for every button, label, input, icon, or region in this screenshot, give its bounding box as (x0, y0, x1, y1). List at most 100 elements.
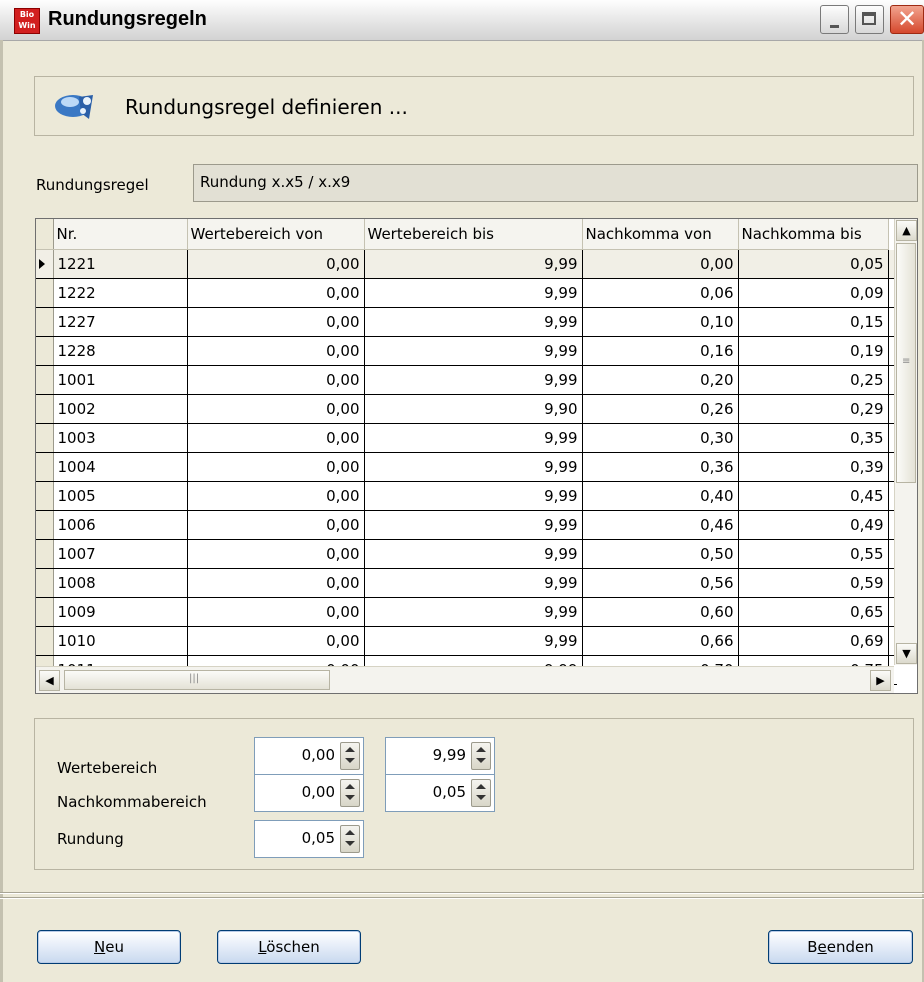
table-cell[interactable]: 0,00 (187, 423, 365, 453)
row-indicator[interactable] (36, 249, 54, 279)
table-cell[interactable]: 0,00 (187, 481, 365, 511)
table-row[interactable]: 1228 0,00 9,99 0,16 0,19 (36, 336, 897, 366)
column-header-wertebereich-von[interactable]: Wertebereich von (187, 219, 365, 250)
rundung-spinner[interactable]: 0,05 (254, 820, 364, 858)
spinner-arrows-icon[interactable] (340, 742, 360, 770)
row-indicator[interactable] (36, 423, 54, 453)
row-indicator[interactable] (36, 365, 54, 395)
row-indicator[interactable] (36, 278, 54, 308)
table-cell[interactable]: 0,66 (582, 626, 739, 656)
row-indicator[interactable] (36, 539, 54, 569)
nachkommabereich-to-spinner[interactable]: 0,05 (385, 774, 495, 812)
table-cell[interactable]: 1001 (53, 365, 188, 395)
row-indicator[interactable] (36, 597, 54, 627)
vertical-scroll-thumb[interactable]: ≡ (896, 243, 916, 483)
table-cell[interactable]: 9,99 (364, 597, 583, 627)
table-cell[interactable]: 0,00 (187, 307, 365, 337)
table-cell[interactable]: 9,99 (364, 423, 583, 453)
table-row[interactable]: 1007 0,00 9,99 0,50 0,55 (36, 539, 897, 569)
table-cell[interactable]: 1010 (53, 626, 188, 656)
table-cell[interactable]: 0,69 (738, 626, 889, 656)
new-button[interactable]: Neu (37, 930, 181, 964)
table-cell[interactable]: 0,46 (582, 510, 739, 540)
table-cell[interactable]: 0,05 (738, 249, 889, 279)
table-cell[interactable]: 0,00 (187, 568, 365, 598)
scroll-down-button[interactable]: ▼ (896, 643, 917, 664)
table-cell[interactable]: 0,36 (582, 452, 739, 482)
table-cell[interactable]: 1006 (53, 510, 188, 540)
table-cell[interactable]: 0,10 (582, 307, 739, 337)
table-cell[interactable]: 9,99 (364, 539, 583, 569)
spinner-arrows-icon[interactable] (340, 779, 360, 807)
table-cell[interactable]: 0,00 (187, 626, 365, 656)
delete-button[interactable]: Löschen (217, 930, 361, 964)
scroll-up-button[interactable]: ▲ (896, 220, 917, 241)
table-row[interactable]: 1010 0,00 9,99 0,66 0,69 (36, 626, 897, 656)
scroll-right-button[interactable]: ▶ (870, 670, 891, 691)
table-cell[interactable]: 0,35 (738, 423, 889, 453)
table-row[interactable]: 1003 0,00 9,99 0,30 0,35 (36, 423, 897, 453)
table-cell[interactable]: 9,99 (364, 510, 583, 540)
table-cell[interactable]: 1228 (53, 336, 188, 366)
table-cell[interactable]: 1003 (53, 423, 188, 453)
table-row[interactable]: 1227 0,00 9,99 0,10 0,15 (36, 307, 897, 337)
table-cell[interactable]: 0,00 (187, 539, 365, 569)
table-cell[interactable]: 0,29 (738, 394, 889, 424)
column-header-nachkomma-von[interactable]: Nachkomma von (582, 219, 739, 250)
table-cell[interactable]: 1007 (53, 539, 188, 569)
table-row[interactable]: 1005 0,00 9,99 0,40 0,45 (36, 481, 897, 511)
table-row[interactable]: 1009 0,00 9,99 0,60 0,65 (36, 597, 897, 627)
table-cell[interactable]: 0,20 (582, 365, 739, 395)
table-row[interactable]: 1221 0,00 9,99 0,00 0,05 (36, 249, 897, 279)
table-cell[interactable]: 0,06 (582, 278, 739, 308)
row-indicator[interactable] (36, 481, 54, 511)
table-cell[interactable]: 0,16 (582, 336, 739, 366)
exit-button[interactable]: Beenden (768, 930, 913, 964)
table-cell[interactable]: 1227 (53, 307, 188, 337)
table-cell[interactable]: 0,00 (187, 510, 365, 540)
table-cell[interactable]: 0,25 (738, 365, 889, 395)
table-cell[interactable]: 0,56 (582, 568, 739, 598)
table-cell[interactable]: 9,99 (364, 249, 583, 279)
horizontal-scrollbar[interactable]: ◀ ||| ▶ (36, 666, 894, 693)
row-indicator[interactable] (36, 452, 54, 482)
nachkommabereich-from-spinner[interactable]: 0,00 (254, 774, 364, 812)
table-cell[interactable]: 0,59 (738, 568, 889, 598)
table-cell[interactable]: 1002 (53, 394, 188, 424)
table-row[interactable]: 1002 0,00 9,90 0,26 0,29 (36, 394, 897, 424)
table-cell[interactable]: 9,99 (364, 568, 583, 598)
rules-grid[interactable]: Nr. Wertebereich von Wertebereich bis Na… (35, 218, 918, 694)
spinner-arrows-icon[interactable] (471, 779, 491, 807)
table-cell[interactable]: 0,00 (187, 249, 365, 279)
vertical-scrollbar[interactable]: ▲ ≡ ▼ (894, 219, 917, 665)
table-cell[interactable]: 1221 (53, 249, 188, 279)
row-indicator[interactable] (36, 510, 54, 540)
table-cell[interactable]: 0,65 (738, 597, 889, 627)
table-cell[interactable]: 0,49 (738, 510, 889, 540)
table-cell[interactable]: 0,30 (582, 423, 739, 453)
table-cell[interactable]: 1004 (53, 452, 188, 482)
scroll-left-button[interactable]: ◀ (39, 670, 60, 691)
rule-name-field[interactable]: Rundung x.x5 / x.x9 (193, 164, 918, 202)
spinner-arrows-icon[interactable] (340, 825, 360, 853)
wertebereich-to-spinner[interactable]: 9,99 (385, 737, 495, 775)
table-cell[interactable]: 0,00 (187, 336, 365, 366)
column-header-nachkomma-bis[interactable]: Nachkomma bis (738, 219, 889, 250)
table-row[interactable]: 1001 0,00 9,99 0,20 0,25 (36, 365, 897, 395)
table-cell[interactable]: 1008 (53, 568, 188, 598)
row-indicator[interactable] (36, 307, 54, 337)
table-cell[interactable]: 9,99 (364, 307, 583, 337)
minimize-button[interactable] (820, 5, 849, 34)
table-cell[interactable]: 1005 (53, 481, 188, 511)
table-cell[interactable]: 0,00 (187, 597, 365, 627)
table-cell[interactable]: 0,45 (738, 481, 889, 511)
table-cell[interactable]: 9,99 (364, 626, 583, 656)
table-row[interactable]: 1006 0,00 9,99 0,46 0,49 (36, 510, 897, 540)
column-header-wertebereich-bis[interactable]: Wertebereich bis (364, 219, 583, 250)
table-cell[interactable]: 0,26 (582, 394, 739, 424)
table-cell[interactable]: 9,99 (364, 336, 583, 366)
row-indicator[interactable] (36, 568, 54, 598)
table-cell[interactable]: 0,00 (187, 452, 365, 482)
table-row[interactable]: 1004 0,00 9,99 0,36 0,39 (36, 452, 897, 482)
table-cell[interactable]: 0,55 (738, 539, 889, 569)
